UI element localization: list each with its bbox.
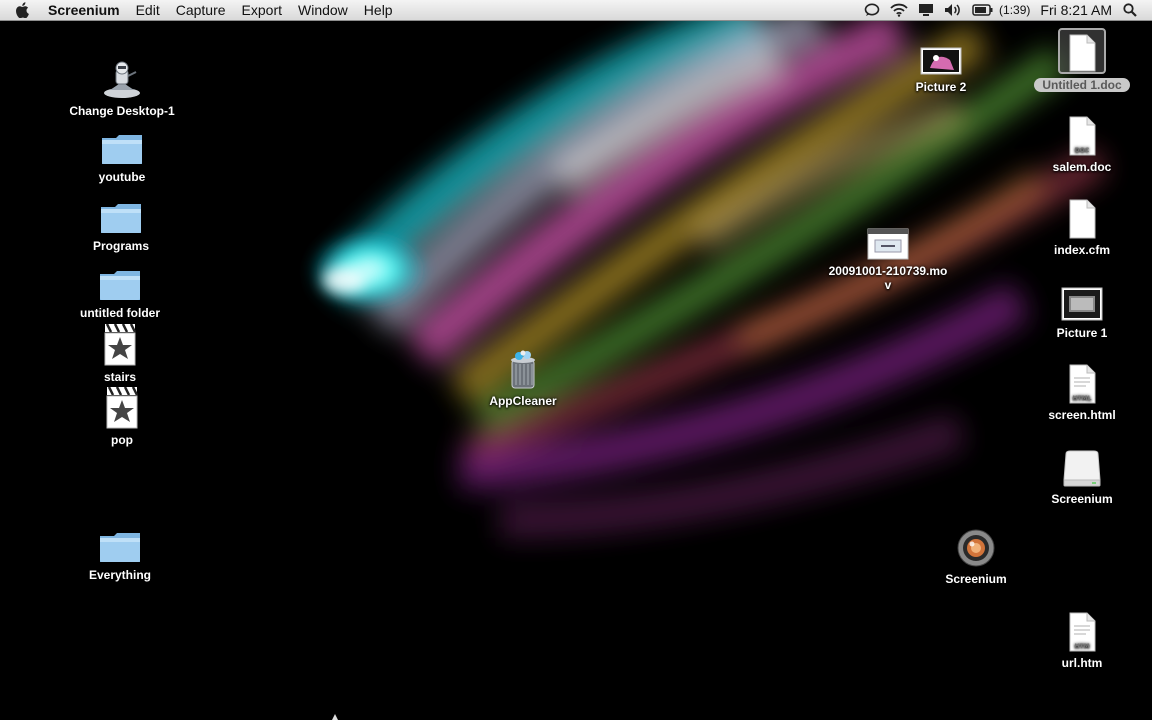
icon-label: stairs <box>103 370 137 384</box>
desktop-icon-picture-1[interactable]: Picture 1 <box>1022 278 1142 340</box>
icon-label: AppCleaner <box>489 394 557 408</box>
mouse-cursor-icon <box>332 714 338 720</box>
apple-menu-icon[interactable] <box>0 0 44 20</box>
icon-label: url.htm <box>1061 656 1103 670</box>
icon-label: Picture 1 <box>1056 326 1108 340</box>
icon-label: index.cfm <box>1053 243 1110 257</box>
menu-window[interactable]: Window <box>290 0 356 20</box>
menu-capture[interactable]: Capture <box>168 0 234 20</box>
icon-label: Everything <box>88 568 151 582</box>
desktop-icon-picture-2[interactable]: Picture 2 <box>881 32 1001 94</box>
battery-icon[interactable] <box>967 0 999 20</box>
app-menu[interactable]: Screenium <box>44 0 128 20</box>
folder-icon <box>98 122 146 166</box>
disk-image-icon <box>1058 444 1106 488</box>
wifi-icon[interactable] <box>885 0 913 20</box>
menubar-clock[interactable]: Fri 8:21 AM <box>1034 2 1118 18</box>
file-type-badge: DOC <box>1075 147 1090 154</box>
display-mirroring-icon[interactable] <box>913 0 939 20</box>
icon-label: Change Desktop-1 <box>69 104 175 118</box>
imovie-star-icon <box>96 322 144 366</box>
icon-label: Picture 2 <box>915 80 967 94</box>
icon-label: screen.html <box>1048 408 1116 422</box>
menu-help[interactable]: Help <box>356 0 401 20</box>
icon-label: salem.doc <box>1052 160 1112 174</box>
chat-status-icon[interactable] <box>859 0 885 20</box>
battery-time: (1:39) <box>999 3 1031 17</box>
folder-icon <box>96 520 144 564</box>
automator-robot-icon <box>98 56 146 100</box>
desktop-icon-screenium-app[interactable]: Screenium <box>916 524 1036 586</box>
image-thumbnail-icon <box>1058 278 1106 322</box>
htm-file-icon: HTM <box>1058 608 1106 652</box>
volume-icon[interactable] <box>939 0 967 20</box>
document-icon <box>1058 195 1106 239</box>
menu-bar: Screenium Edit Capture Export Window Hel… <box>0 0 1152 21</box>
document-icon <box>1058 28 1106 74</box>
desktop-icon-programs-folder[interactable]: Programs <box>61 191 181 253</box>
file-type-badge: HTM <box>1074 643 1089 650</box>
desktop-icon-screenium-disk[interactable]: Screenium <box>1022 444 1142 506</box>
icon-label: Screenium <box>945 572 1007 586</box>
desktop-icon-appcleaner[interactable]: AppCleaner <box>463 346 583 408</box>
desktop-icon-mov-file[interactable]: 20091001-210739.mov <box>823 216 953 292</box>
icon-label: Screenium <box>1051 492 1113 506</box>
folder-icon <box>96 258 144 302</box>
spotlight-search-icon[interactable] <box>1118 0 1142 20</box>
menu-edit[interactable]: Edit <box>128 0 168 20</box>
desktop-icon-screen-html[interactable]: HTML screen.html <box>1022 360 1142 422</box>
doc-file-icon: DOC <box>1058 112 1106 156</box>
movie-file-icon <box>864 216 912 260</box>
icon-label: untitled folder <box>80 306 160 320</box>
desktop-icon-pop[interactable]: pop <box>62 385 182 447</box>
trash-can-icon <box>499 346 547 390</box>
icon-label: pop <box>111 433 133 447</box>
icon-label: youtube <box>98 170 146 184</box>
desktop-icon-stairs[interactable]: stairs <box>60 322 180 384</box>
imovie-star-icon <box>98 385 146 429</box>
desktop-icon-salem-doc[interactable]: DOC salem.doc <box>1022 112 1142 174</box>
folder-icon <box>97 191 145 235</box>
icon-label: Untitled 1.doc <box>1034 78 1130 92</box>
html-file-icon: HTML <box>1058 360 1106 404</box>
camera-lens-icon <box>952 524 1000 568</box>
file-type-badge: HTML <box>1073 395 1092 402</box>
desktop-icon-change-desktop[interactable]: Change Desktop-1 <box>62 56 182 118</box>
desktop-icon-everything-folder[interactable]: Everything <box>60 520 180 582</box>
icon-label: 20091001-210739.mov <box>828 264 948 292</box>
desktop-icon-youtube-folder[interactable]: youtube <box>62 122 182 184</box>
desktop: Screenium Edit Capture Export Window Hel… <box>0 0 1152 720</box>
desktop-icon-untitled-folder[interactable]: untitled folder <box>60 258 180 320</box>
desktop-icon-index-cfm[interactable]: index.cfm <box>1022 195 1142 257</box>
menu-export[interactable]: Export <box>234 0 290 20</box>
image-thumbnail-icon <box>917 32 965 76</box>
desktop-icon-untitled-1-doc[interactable]: Untitled 1.doc <box>1022 28 1142 92</box>
icon-label: Programs <box>92 239 150 253</box>
desktop-icon-url-htm[interactable]: HTM url.htm <box>1022 608 1142 670</box>
